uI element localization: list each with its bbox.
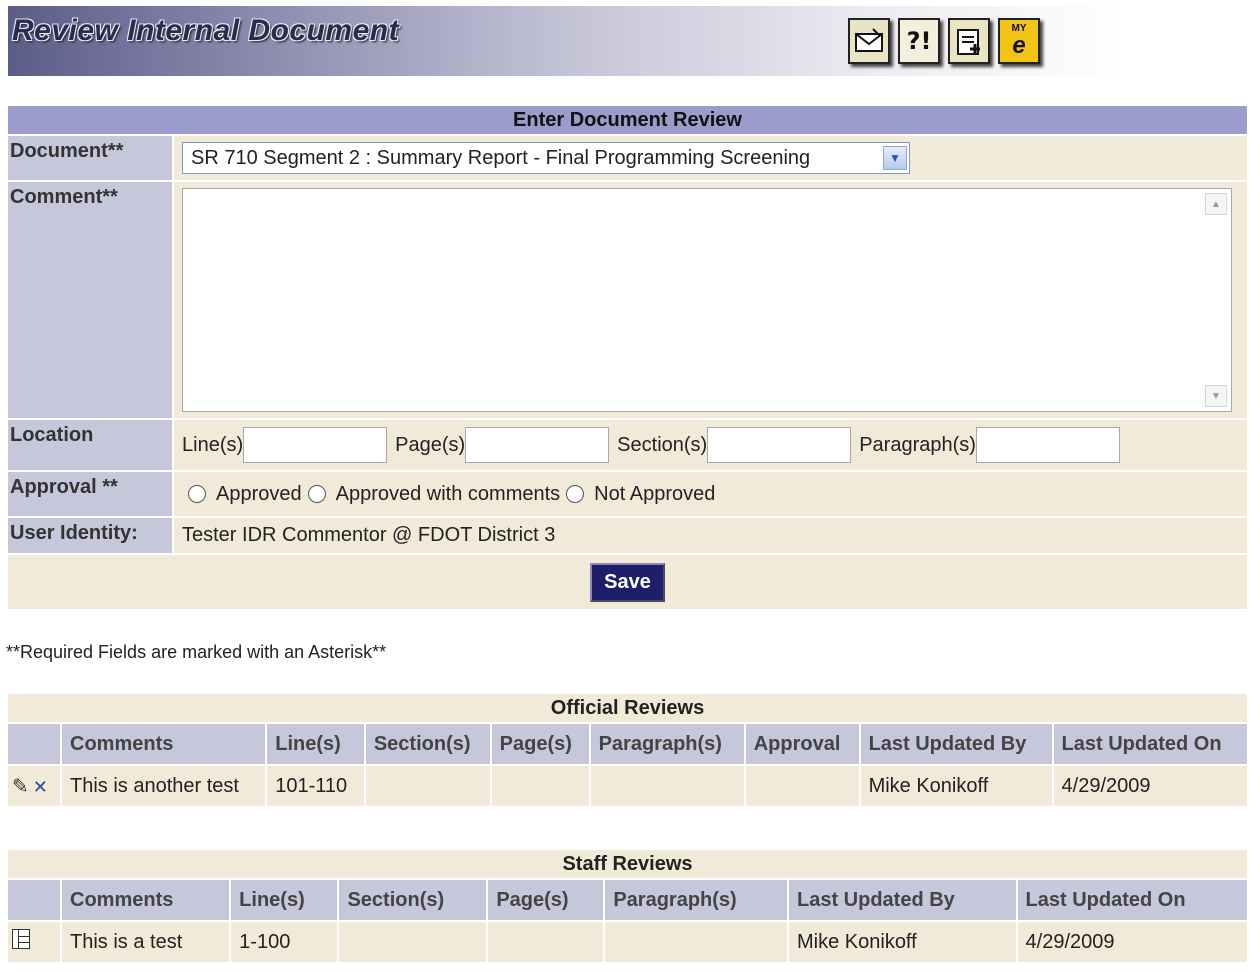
column-header-sections: Section(s) — [365, 724, 490, 764]
column-header-paragraphs: Paragraph(s) — [605, 880, 787, 920]
column-header-comments: Comments — [62, 880, 230, 920]
not-approved-radio-label: Not Approved — [594, 482, 716, 505]
chevron-down-icon[interactable]: ▼ — [883, 146, 907, 170]
location-row: Line(s) Page(s) Section(s) Paragraph(s) — [182, 426, 1239, 464]
scroll-up-icon[interactable]: ▲ — [1205, 193, 1227, 215]
row-actions — [8, 922, 60, 962]
column-header-last-updated-by: Last Updated By — [789, 880, 1016, 920]
paragraph-input[interactable] — [975, 427, 1120, 463]
document-field-cell: SR 710 Segment 2 : Summary Report - Fina… — [174, 136, 1247, 180]
line-input[interactable] — [243, 427, 388, 463]
column-header-actions — [8, 880, 60, 920]
cell-updated-by: Mike Konikoff — [789, 922, 1016, 962]
mail-icon[interactable] — [848, 18, 890, 64]
column-header-comments: Comments — [62, 724, 266, 764]
location-label: Location — [8, 420, 172, 470]
line-label: Line(s) — [182, 433, 244, 456]
approved-with-comments-radio-label: Approved with comments — [335, 482, 561, 505]
add-document-icon[interactable] — [948, 18, 990, 64]
approval-field-cell: Approved Approved with comments Not Appr… — [174, 472, 1247, 516]
column-header-last-updated-on: Last Updated On — [1053, 724, 1247, 764]
approval-label: Approval ** — [8, 472, 172, 516]
column-header-actions — [8, 724, 60, 764]
cell-updated-by: Mike Konikoff — [860, 766, 1052, 806]
column-header-pages: Page(s) — [488, 880, 604, 920]
official-reviews-table: Official Reviews Comments Line(s) Sectio… — [6, 692, 1249, 808]
approval-radio-group: Approved Approved with comments Not Appr… — [182, 478, 1239, 510]
section-label: Section(s) — [617, 433, 708, 456]
column-header-last-updated-on: Last Updated On — [1017, 880, 1247, 920]
comment-textarea[interactable]: ▲ ▼ — [182, 188, 1232, 412]
column-header-approval: Approval — [745, 724, 859, 764]
column-header-lines: Line(s) — [267, 724, 364, 764]
comment-field-cell: ▲ ▼ — [174, 182, 1247, 418]
location-field-cell: Line(s) Page(s) Section(s) Paragraph(s) — [174, 420, 1247, 470]
column-header-paragraphs: Paragraph(s) — [590, 724, 744, 764]
not-approved-radio[interactable] — [566, 485, 585, 503]
approved-with-comments-radio[interactable] — [307, 485, 326, 503]
staff-reviews-table: Staff Reviews Comments Line(s) Section(s… — [6, 848, 1249, 964]
page-label: Page(s) — [395, 433, 466, 456]
cell-pages — [488, 922, 604, 962]
row-actions: ✎ ✕ — [8, 766, 60, 806]
paragraph-label: Paragraph(s) — [859, 433, 976, 456]
cell-paragraphs — [605, 922, 787, 962]
column-header-lines: Line(s) — [231, 880, 338, 920]
cell-pages — [491, 766, 589, 806]
cell-updated-on: 4/29/2009 — [1017, 922, 1247, 962]
page-input[interactable] — [465, 427, 610, 463]
page-title: Review Internal Document — [12, 14, 400, 47]
column-header-last-updated-by: Last Updated By — [860, 724, 1052, 764]
document-select-value: SR 710 Segment 2 : Summary Report - Fina… — [191, 146, 811, 169]
official-reviews-title: Official Reviews — [8, 694, 1247, 722]
document-label: Document** — [8, 136, 172, 180]
mail-icon-graphic — [855, 28, 883, 52]
toolbar: ?! MY e — [848, 18, 1040, 64]
scroll-down-icon[interactable]: ▼ — [1205, 385, 1227, 407]
cell-lines: 1-100 — [231, 922, 338, 962]
cell-comments: This is a test — [62, 922, 230, 962]
user-identity-value: Tester IDR Commentor @ FDOT District 3 — [174, 518, 1247, 553]
save-row: Save — [8, 555, 1247, 609]
pencil-icon[interactable]: ✎ — [12, 776, 29, 798]
column-header-sections: Section(s) — [339, 880, 487, 920]
section-input[interactable] — [707, 427, 852, 463]
user-identity-label: User Identity: — [8, 518, 172, 553]
staff-reviews-title: Staff Reviews — [8, 850, 1247, 878]
document-select[interactable]: SR 710 Segment 2 : Summary Report - Fina… — [182, 142, 910, 174]
close-icon[interactable]: ✕ — [33, 777, 48, 797]
cell-paragraphs — [590, 766, 744, 806]
save-button[interactable]: Save — [590, 562, 665, 602]
my-e-icon-bottom: e — [1012, 32, 1026, 59]
table-row: This is a test 1-100 Mike Konikoff 4/29/… — [8, 922, 1247, 962]
review-form: Enter Document Review Document** SR 710 … — [6, 104, 1249, 611]
my-e-icon[interactable]: MY e — [998, 18, 1040, 64]
cell-sections — [339, 922, 487, 962]
cell-lines: 101-110 — [267, 766, 364, 806]
approved-radio-label: Approved — [216, 482, 302, 505]
form-section-title: Enter Document Review — [8, 106, 1247, 134]
help-icon-glyph: ?! — [906, 27, 932, 55]
table-row: ✎ ✕ This is another test 101-110 Mike Kon… — [8, 766, 1247, 806]
help-icon[interactable]: ?! — [898, 18, 940, 64]
cell-approval — [745, 766, 859, 806]
cell-sections — [365, 766, 490, 806]
column-header-pages: Page(s) — [491, 724, 589, 764]
add-document-icon-graphic — [957, 29, 980, 55]
required-fields-note: **Required Fields are marked with an Ast… — [6, 642, 387, 662]
cell-comments: This is another test — [62, 766, 266, 806]
view-document-icon[interactable] — [12, 929, 30, 949]
approved-radio[interactable] — [188, 485, 206, 503]
cell-updated-on: 4/29/2009 — [1053, 766, 1247, 806]
page-header: Review Internal Document ?! MY e — [8, 6, 1248, 76]
comment-label: Comment** — [8, 182, 172, 418]
